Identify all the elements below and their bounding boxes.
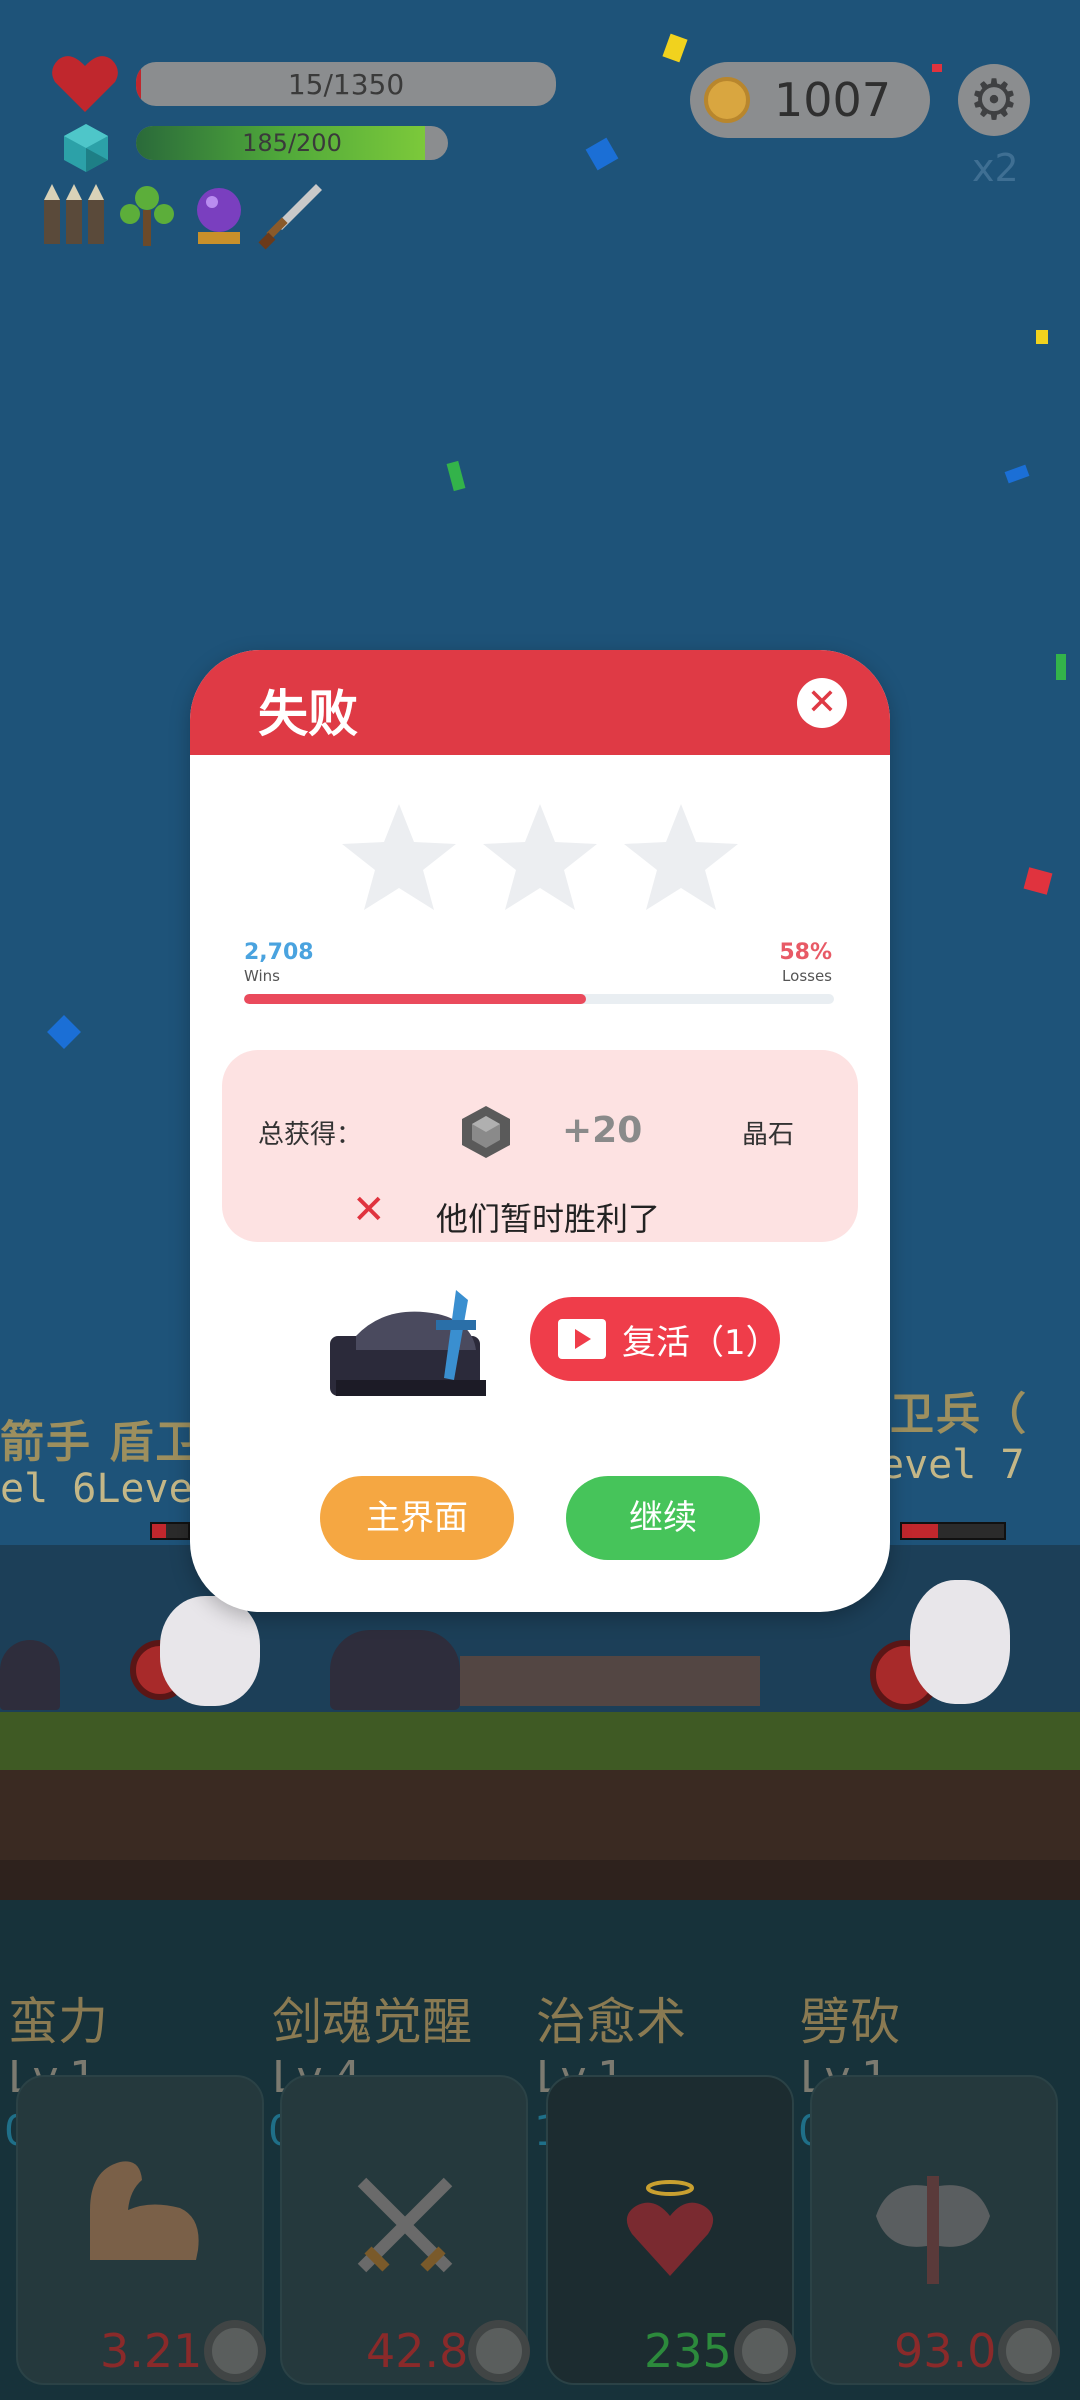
- crossed-swords-icon: [357, 2177, 453, 2273]
- coin-counter: 1007: [690, 62, 930, 138]
- losses-label: Losses: [782, 967, 832, 985]
- video-ad-icon: [558, 1319, 606, 1359]
- main-menu-button[interactable]: 主界面: [320, 1476, 514, 1560]
- continue-button[interactable]: 继续: [566, 1476, 760, 1560]
- skill-cost: 3.21: [100, 2324, 203, 2378]
- upgrade-gear-icon[interactable]: [998, 2320, 1060, 2382]
- grass: [0, 1712, 1080, 1770]
- win-loss-progress-bar: [244, 994, 834, 1004]
- gem-icon: [462, 1106, 510, 1158]
- battle-axe-icon: [876, 2176, 990, 2284]
- crystal-ball-icon: [197, 188, 241, 244]
- coin-value: 1007: [774, 73, 892, 127]
- losses-stat: 58% Losses: [779, 940, 832, 985]
- confetti-piece: [47, 1015, 81, 1049]
- muscle-icon: [90, 2161, 199, 2260]
- enemy-health-bar: [900, 1522, 1006, 1540]
- sword-icon: [258, 184, 322, 250]
- health-text: 15/1350: [287, 67, 405, 101]
- right-unit-name: 卫兵（: [890, 1389, 1028, 1440]
- confetti-piece: [1036, 330, 1048, 344]
- wins-value: 2,708: [244, 940, 314, 965]
- bullets-icon: [44, 184, 104, 244]
- defeat-x-icon: ✕: [352, 1187, 386, 1233]
- energy-bar: 185/200: [136, 126, 448, 160]
- skill-name: 治愈术: [536, 1993, 686, 2051]
- energy-text: 185/200: [242, 129, 342, 157]
- fallen-knight-icon: [330, 1290, 486, 1396]
- losses-value: 58%: [779, 940, 832, 965]
- left-unit-levels: el 6Leve: [0, 1466, 193, 1512]
- revive-button[interactable]: 复活（1）: [530, 1297, 780, 1381]
- confetti-piece: [1004, 464, 1030, 484]
- defeat-dialog: 失败 ✕ 2,708 Wins 58% Losses 总获得： +20 晶石 ✕…: [190, 650, 890, 1612]
- upgrade-gear-icon[interactable]: [204, 2320, 266, 2382]
- skill-cost: 93.0: [894, 2324, 997, 2378]
- settings-gear-icon[interactable]: ⚙: [958, 64, 1030, 136]
- confetti-piece: [932, 64, 942, 72]
- dialog-title: 失败: [258, 685, 358, 743]
- revive-label: 复活（1）: [622, 1322, 780, 1363]
- enemy-unit: [910, 1580, 1010, 1704]
- dirt-shadow: [0, 1860, 1080, 1900]
- ally-health-bar: [150, 1522, 190, 1540]
- skill-name: 劈砍: [800, 1993, 900, 2051]
- ally-knight: [0, 1640, 60, 1710]
- left-unit-names: 箭手 盾卫: [0, 1417, 202, 1468]
- skill-name: 蛮力: [8, 1993, 108, 2051]
- fence: [460, 1656, 760, 1706]
- reward-label: 总获得：: [258, 1120, 363, 1150]
- close-icon[interactable]: ✕: [797, 678, 847, 728]
- heart-icon: [52, 56, 118, 112]
- confetti-piece: [1023, 867, 1053, 895]
- reward-unit: 晶石: [742, 1120, 795, 1150]
- skill-cost: 42.8: [366, 2324, 469, 2378]
- star-icon: [342, 804, 456, 910]
- ally-knight: [330, 1630, 460, 1710]
- coin-icon: [704, 77, 750, 123]
- health-bar: 15/1350: [136, 62, 556, 106]
- confetti-piece: [1056, 654, 1066, 680]
- healing-heart-icon: [626, 2180, 714, 2276]
- speed-multiplier[interactable]: x2: [972, 146, 1019, 190]
- star-icon: [483, 804, 597, 910]
- skill-cost: 235: [644, 2324, 732, 2378]
- result-message: 他们暂时胜利了: [436, 1200, 661, 1238]
- right-unit-level: evel 7: [880, 1442, 1025, 1488]
- wins-stat: 2,708 Wins: [244, 940, 314, 985]
- star-icon: [624, 804, 738, 910]
- dialog-header: 失败 ✕: [190, 650, 890, 755]
- upgrade-gear-icon[interactable]: [734, 2320, 796, 2382]
- confetti-piece: [446, 460, 466, 492]
- wins-label: Wins: [244, 967, 280, 985]
- skill-name: 剑魂觉醒: [272, 1993, 472, 2051]
- crystal-icon: [64, 124, 108, 172]
- ally-unit: [160, 1596, 260, 1706]
- confetti-piece: [585, 137, 619, 171]
- reward-panel: 总获得： +20 晶石 ✕ 他们暂时胜利了: [222, 1050, 858, 1242]
- confetti-piece: [662, 33, 688, 63]
- upgrade-gear-icon[interactable]: [468, 2320, 530, 2382]
- reward-amount: +20: [562, 1110, 643, 1151]
- tree-icon: [120, 186, 174, 246]
